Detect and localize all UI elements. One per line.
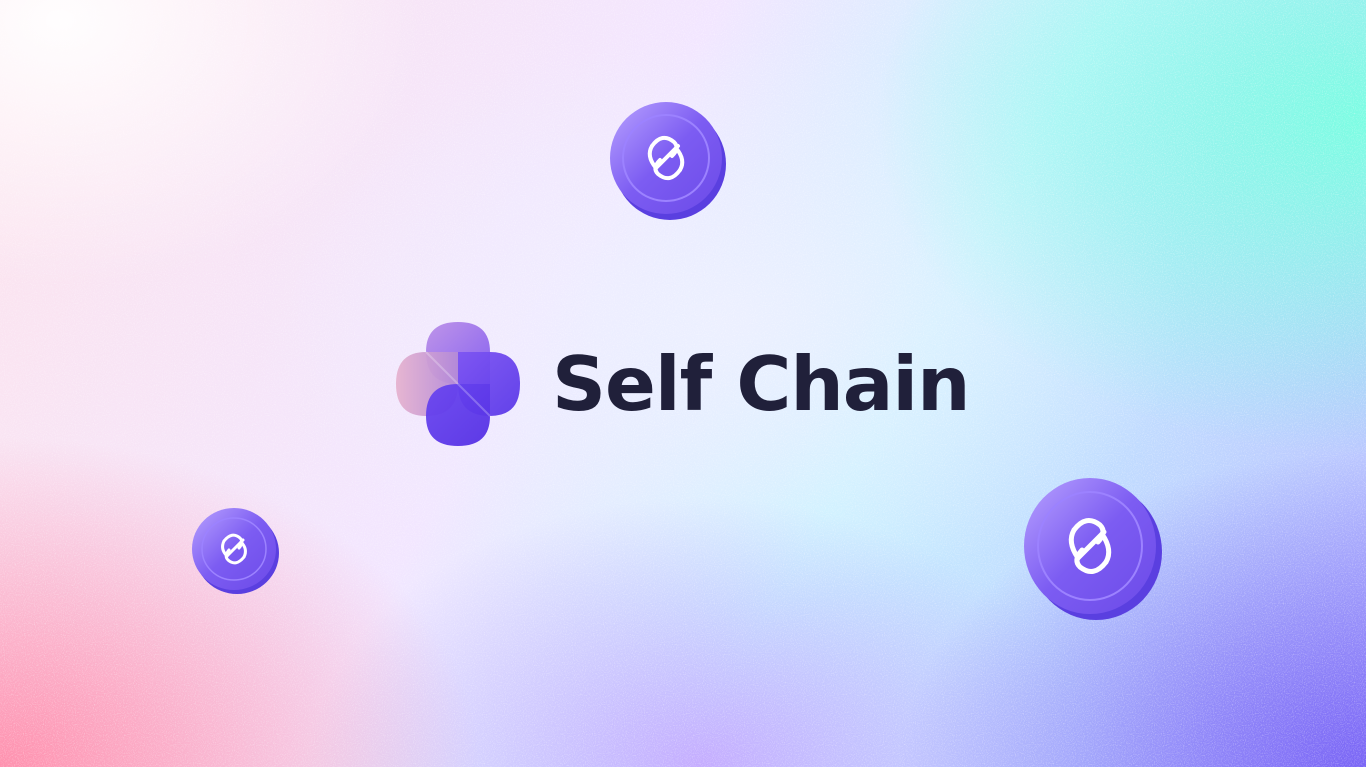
hero-banner: Self Chain — [0, 0, 1366, 767]
brand-lockup: Self Chain — [396, 321, 996, 447]
clover-logo-icon — [396, 322, 520, 446]
self-chain-coin-icon — [610, 102, 726, 220]
self-chain-coin-icon — [192, 508, 279, 594]
coin-left — [189, 507, 283, 597]
self-chain-coin-icon — [1024, 478, 1162, 620]
coin-right — [1022, 474, 1166, 624]
coin-top — [608, 98, 730, 224]
brand-name: Self Chain — [552, 340, 970, 428]
